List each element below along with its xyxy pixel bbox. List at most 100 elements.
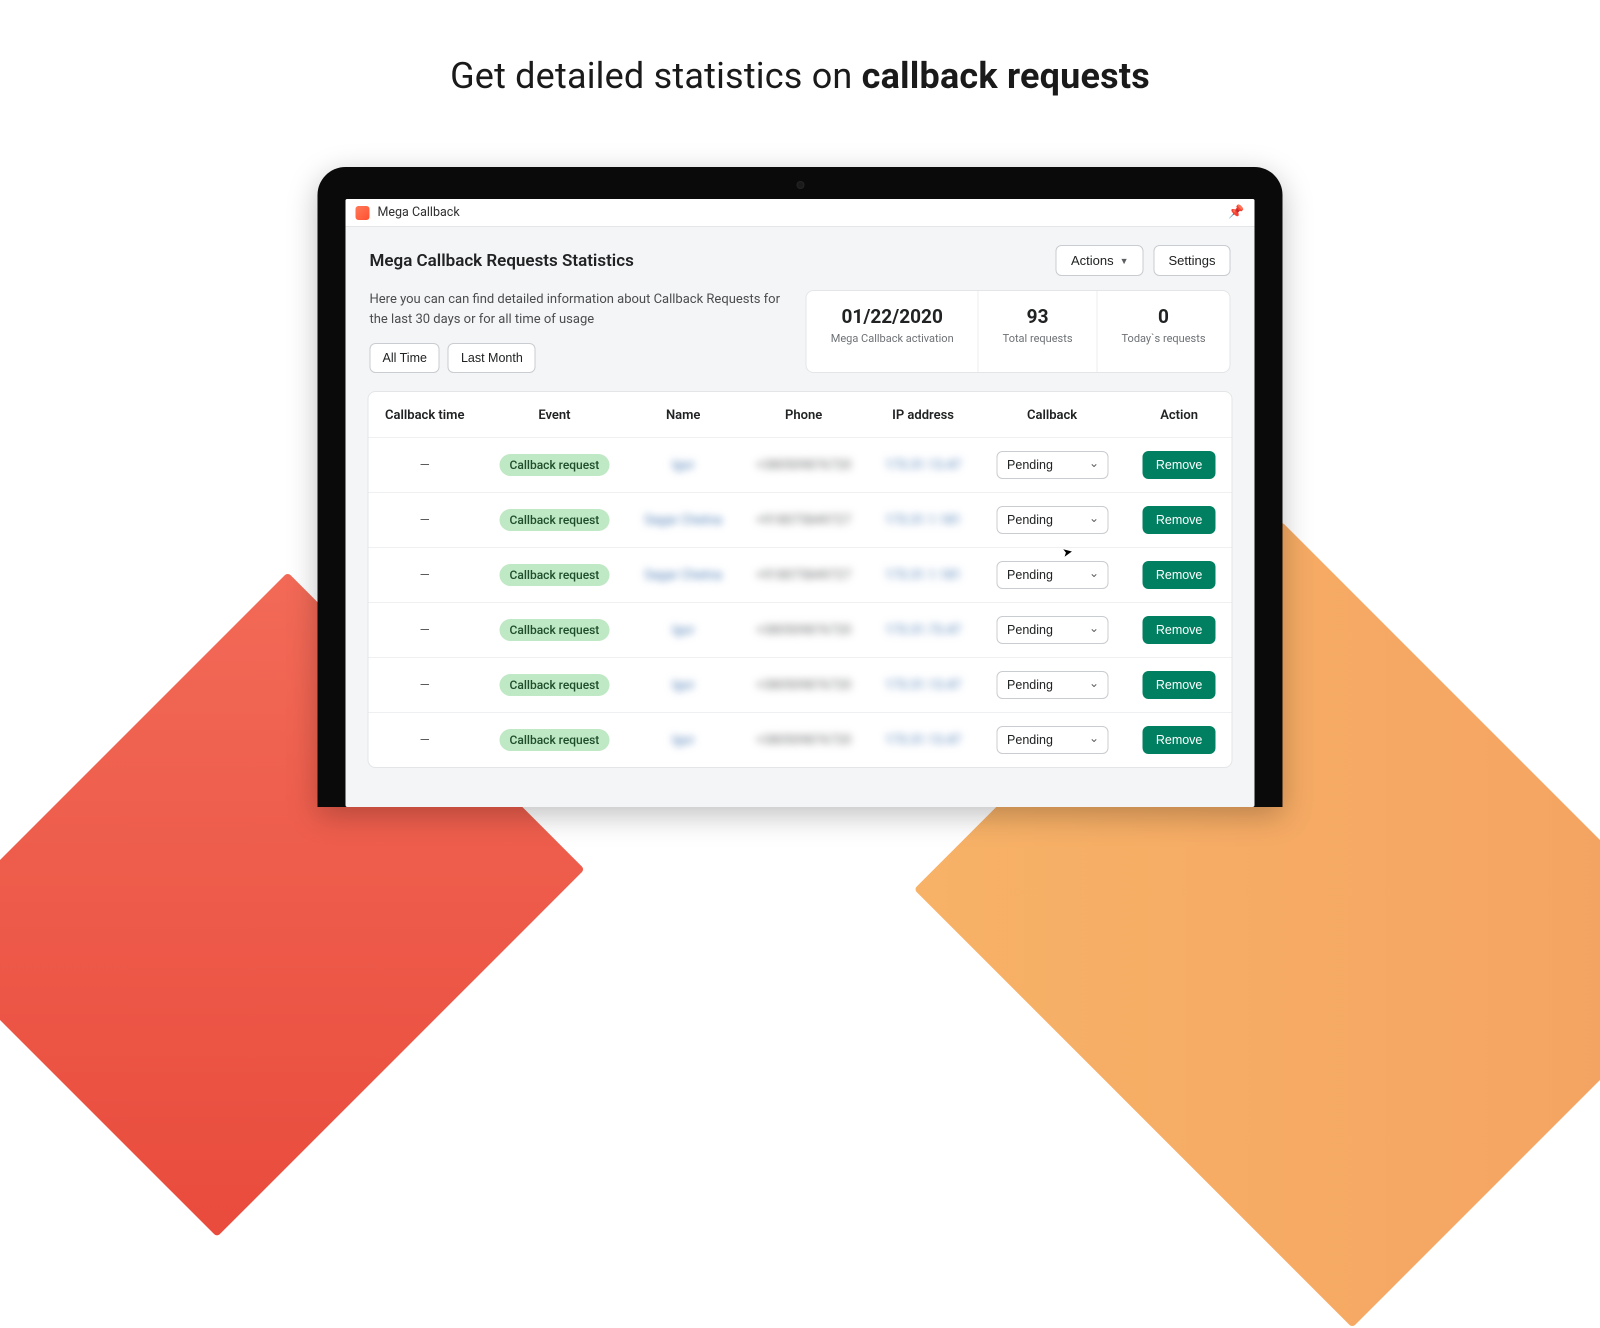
cell-time: — xyxy=(369,603,482,658)
page-description: Here you can can find detailed informati… xyxy=(370,290,786,329)
cell-time: — xyxy=(369,658,482,713)
cell-name: Igor xyxy=(628,713,739,768)
stat-value: 93 xyxy=(1003,305,1073,328)
cell-name: Igor xyxy=(628,658,739,713)
event-badge: Callback request xyxy=(500,454,610,476)
callback-status-select[interactable]: Pending xyxy=(996,671,1108,699)
stat-label: Mega Callback activation xyxy=(831,332,954,346)
cell-action: Remove xyxy=(1127,548,1232,603)
event-badge: Callback request xyxy=(500,729,610,751)
cell-name: Igor xyxy=(628,438,739,493)
table-row: —Callback requestIgor+380509876720173.31… xyxy=(369,658,1232,713)
cell-ip: 173.31.1.181 xyxy=(869,548,978,603)
cell-action: Remove xyxy=(1127,658,1232,713)
cursor-icon: ➤ xyxy=(1061,544,1073,560)
remove-button[interactable]: Remove xyxy=(1143,671,1216,699)
cell-event: Callback request xyxy=(481,713,628,768)
actions-label: Actions xyxy=(1071,253,1114,268)
cell-phone: +918075849727 xyxy=(739,548,869,603)
remove-button[interactable]: Remove xyxy=(1143,561,1216,589)
cell-phone: +380509876720 xyxy=(739,438,869,493)
requests-table: Callback time Event Name Phone IP addres… xyxy=(369,392,1232,767)
cell-time: — xyxy=(369,548,482,603)
hero-strong: callback requests xyxy=(862,55,1150,97)
cell-event: Callback request xyxy=(481,603,628,658)
col-callback: Callback xyxy=(977,392,1126,438)
event-badge: Callback request xyxy=(500,619,610,641)
chevron-down-icon: ▼ xyxy=(1120,256,1129,266)
cell-action: Remove xyxy=(1127,713,1232,768)
cell-callback: Pending xyxy=(977,713,1126,768)
stat-label: Total requests xyxy=(1003,332,1073,346)
actions-button[interactable]: Actions ▼ xyxy=(1056,245,1144,276)
stat-value: 01/22/2020 xyxy=(831,305,954,328)
cell-action: Remove xyxy=(1127,438,1232,493)
cell-callback: Pending xyxy=(977,493,1126,548)
cell-event: Callback request xyxy=(481,438,628,493)
cell-phone: +918075849727 xyxy=(739,493,869,548)
cell-ip: 173.31.73.47 xyxy=(869,603,978,658)
cell-phone: +380509876720 xyxy=(739,603,869,658)
app-icon xyxy=(356,206,370,220)
col-action: Action xyxy=(1127,392,1232,438)
filter-all-time[interactable]: All Time xyxy=(370,343,440,373)
page-header: Mega Callback Requests Statistics Action… xyxy=(346,227,1255,290)
cell-ip: 173.31.13.47 xyxy=(869,713,978,768)
cell-phone: +380509876720 xyxy=(739,713,869,768)
settings-label: Settings xyxy=(1169,253,1216,268)
callback-status-select[interactable]: Pending xyxy=(996,451,1108,479)
stat-total-requests: 93 Total requests xyxy=(978,291,1097,372)
cell-time: — xyxy=(369,438,482,493)
cell-phone: +380509876720 xyxy=(739,658,869,713)
callback-status-select[interactable]: Pending xyxy=(996,506,1108,534)
cell-time: — xyxy=(369,493,482,548)
remove-button[interactable]: Remove xyxy=(1143,726,1216,754)
event-badge: Callback request xyxy=(500,564,610,586)
page-title: Mega Callback Requests Statistics xyxy=(370,251,634,271)
stat-value: 0 xyxy=(1122,305,1206,328)
cell-name: Sagar Chetna xyxy=(628,493,739,548)
browser-tabbar: Mega Callback 📌 xyxy=(346,199,1255,227)
time-filter-group: All Time Last Month xyxy=(370,343,536,373)
cell-event: Callback request xyxy=(481,548,628,603)
stat-today-requests: 0 Today`s requests xyxy=(1097,291,1230,372)
requests-table-card: Callback time Event Name Phone IP addres… xyxy=(368,391,1233,768)
filter-last-month[interactable]: Last Month xyxy=(448,343,536,373)
cell-action: Remove xyxy=(1127,493,1232,548)
hero-heading: Get detailed statistics on callback requ… xyxy=(0,0,1600,97)
cell-action: Remove xyxy=(1127,603,1232,658)
table-row: —Callback requestIgor+380509876720173.31… xyxy=(369,713,1232,768)
hero-prefix: Get detailed statistics on xyxy=(450,55,862,97)
stat-label: Today`s requests xyxy=(1122,332,1206,346)
table-row: — Callback request Igor+380509876720173.31… xyxy=(369,603,1232,658)
table-row: — Callback request Sagar Chetna+9180758497… xyxy=(369,548,1232,603)
laptop-mockup: Mega Callback 📌 Mega Callback Requests S… xyxy=(318,167,1283,807)
remove-button[interactable]: Remove xyxy=(1143,506,1216,534)
remove-button[interactable]: Remove xyxy=(1143,451,1216,479)
settings-button[interactable]: Settings xyxy=(1154,245,1231,276)
table-row: — Callback request Igor+380509876720173.31… xyxy=(369,438,1232,493)
cell-name: Sagar Chetna xyxy=(628,548,739,603)
cell-ip: 173.31.1.181 xyxy=(869,493,978,548)
col-ip: IP address xyxy=(869,392,978,438)
callback-status-select[interactable]: Pending xyxy=(996,726,1108,754)
col-name: Name xyxy=(628,392,739,438)
col-phone: Phone xyxy=(739,392,869,438)
col-event: Event xyxy=(481,392,628,438)
cell-event: Callback request xyxy=(481,658,628,713)
cell-name: Igor xyxy=(628,603,739,658)
stats-panel: 01/22/2020 Mega Callback activation 93 T… xyxy=(806,290,1231,373)
cell-callback: Pending xyxy=(977,548,1126,603)
pin-icon[interactable]: 📌 xyxy=(1228,205,1244,220)
event-badge: Callback request xyxy=(500,509,610,531)
cell-ip: 173.31.13.47 xyxy=(869,658,978,713)
callback-status-select[interactable]: Pending xyxy=(996,561,1108,589)
callback-status-select[interactable]: Pending xyxy=(996,616,1108,644)
app-screen: Mega Callback 📌 Mega Callback Requests S… xyxy=(346,199,1255,807)
cell-event: Callback request xyxy=(481,493,628,548)
col-callback-time: Callback time xyxy=(369,392,482,438)
cell-ip: 173.31.13.47 xyxy=(869,438,978,493)
remove-button[interactable]: Remove xyxy=(1143,616,1216,644)
tab-title: Mega Callback xyxy=(378,205,460,220)
cell-callback: Pending xyxy=(977,438,1126,493)
